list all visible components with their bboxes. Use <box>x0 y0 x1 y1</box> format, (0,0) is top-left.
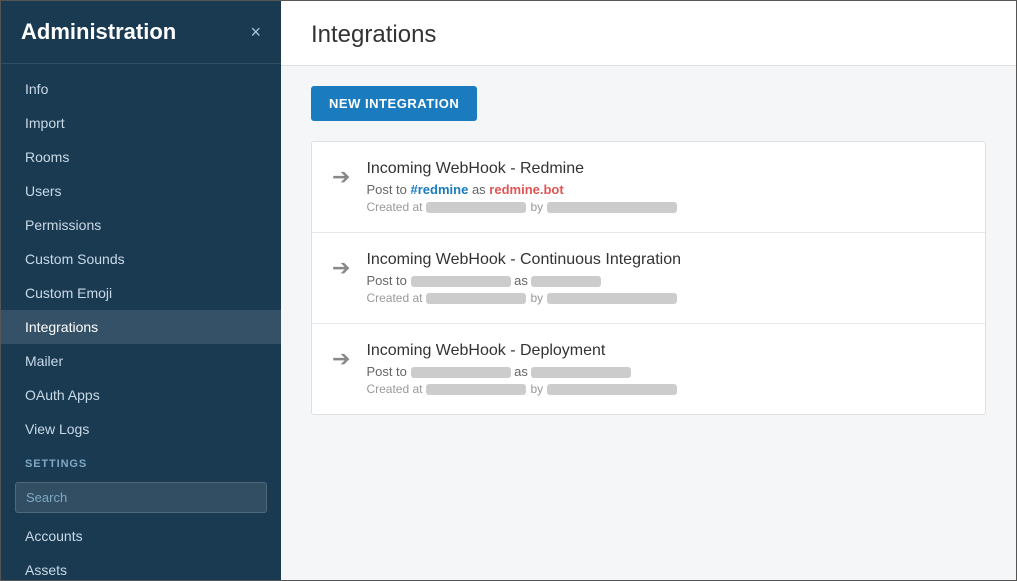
sidebar-item-info[interactable]: Info <box>1 72 281 106</box>
main-body: NEW INTEGRATION ➔ Incoming WebHook - Red… <box>281 66 1016 580</box>
created-by-value <box>547 202 677 213</box>
integration-botname: redmine.bot <box>489 182 563 197</box>
post-to-label: Post to <box>366 364 410 379</box>
integration-channel-redacted <box>411 276 511 287</box>
created-at-label: Created at <box>366 291 422 305</box>
created-by-value <box>547 384 677 395</box>
sidebar-item-import[interactable]: Import <box>1 106 281 140</box>
integration-channel-redacted <box>411 367 511 378</box>
sidebar-item-rooms[interactable]: Rooms <box>1 140 281 174</box>
table-row[interactable]: ➔ Incoming WebHook - Redmine Post to #re… <box>312 142 985 233</box>
sidebar-item-permissions[interactable]: Permissions <box>1 208 281 242</box>
sidebar-header: Administration × <box>1 1 281 64</box>
main-content: Integrations NEW INTEGRATION ➔ Incoming … <box>281 1 1016 580</box>
new-integration-button[interactable]: NEW INTEGRATION <box>311 86 477 121</box>
as-label: as <box>468 182 489 197</box>
post-to-label: Post to <box>366 182 410 197</box>
integration-name: Incoming WebHook - Continuous Integratio… <box>366 251 965 269</box>
settings-section-label: SETTINGS <box>1 446 281 476</box>
integration-name: Incoming WebHook - Deployment <box>366 342 965 360</box>
integration-botname-redacted <box>531 276 601 287</box>
sidebar: Administration × Info Import Rooms Users… <box>1 1 281 580</box>
search-input[interactable] <box>15 482 267 513</box>
webhook-incoming-icon: ➔ <box>332 255 350 281</box>
table-row[interactable]: ➔ Incoming WebHook - Deployment Post to … <box>312 324 985 414</box>
webhook-incoming-icon: ➔ <box>332 346 350 372</box>
sidebar-item-oauth-apps[interactable]: OAuth Apps <box>1 378 281 412</box>
sidebar-item-view-logs[interactable]: View Logs <box>1 412 281 446</box>
sidebar-item-users[interactable]: Users <box>1 174 281 208</box>
created-at-value <box>426 293 526 304</box>
integration-meta: Created at by <box>366 291 965 305</box>
integration-meta: Created at by <box>366 200 965 214</box>
created-at-label: Created at <box>366 200 422 214</box>
integration-meta: Created at by <box>366 382 965 396</box>
post-to-label: Post to <box>366 273 410 288</box>
by-label: by <box>530 291 543 305</box>
main-header: Integrations <box>281 1 1016 66</box>
integration-channel: #redmine <box>411 182 469 197</box>
webhook-incoming-icon: ➔ <box>332 164 350 190</box>
integration-desc: Post to as <box>366 364 965 379</box>
sidebar-item-mailer[interactable]: Mailer <box>1 344 281 378</box>
created-at-label: Created at <box>366 382 422 396</box>
sidebar-nav: Info Import Rooms Users Permissions Cust… <box>1 64 281 580</box>
table-row[interactable]: ➔ Incoming WebHook - Continuous Integrat… <box>312 233 985 324</box>
integration-details: Incoming WebHook - Redmine Post to #redm… <box>366 160 965 214</box>
app-window: Administration × Info Import Rooms Users… <box>0 0 1017 581</box>
sidebar-item-accounts[interactable]: Accounts <box>1 519 281 553</box>
as-label: as <box>511 364 532 379</box>
integration-name: Incoming WebHook - Redmine <box>366 160 965 178</box>
integration-desc: Post to as <box>366 273 965 288</box>
integration-details: Incoming WebHook - Deployment Post to as… <box>366 342 965 396</box>
as-label: as <box>511 273 532 288</box>
created-by-value <box>547 293 677 304</box>
integration-details: Incoming WebHook - Continuous Integratio… <box>366 251 965 305</box>
by-label: by <box>530 382 543 396</box>
by-label: by <box>530 200 543 214</box>
sidebar-item-custom-sounds[interactable]: Custom Sounds <box>1 242 281 276</box>
created-at-value <box>426 384 526 395</box>
integration-botname-redacted <box>531 367 631 378</box>
created-at-value <box>426 202 526 213</box>
sidebar-item-assets[interactable]: Assets <box>1 553 281 580</box>
sidebar-title: Administration <box>21 19 176 45</box>
sidebar-item-integrations[interactable]: Integrations <box>1 310 281 344</box>
sidebar-close-button[interactable]: × <box>250 22 261 43</box>
integration-list: ➔ Incoming WebHook - Redmine Post to #re… <box>311 141 986 415</box>
page-title: Integrations <box>311 21 986 49</box>
integration-desc: Post to #redmine as redmine.bot <box>366 182 965 197</box>
sidebar-item-custom-emoji[interactable]: Custom Emoji <box>1 276 281 310</box>
